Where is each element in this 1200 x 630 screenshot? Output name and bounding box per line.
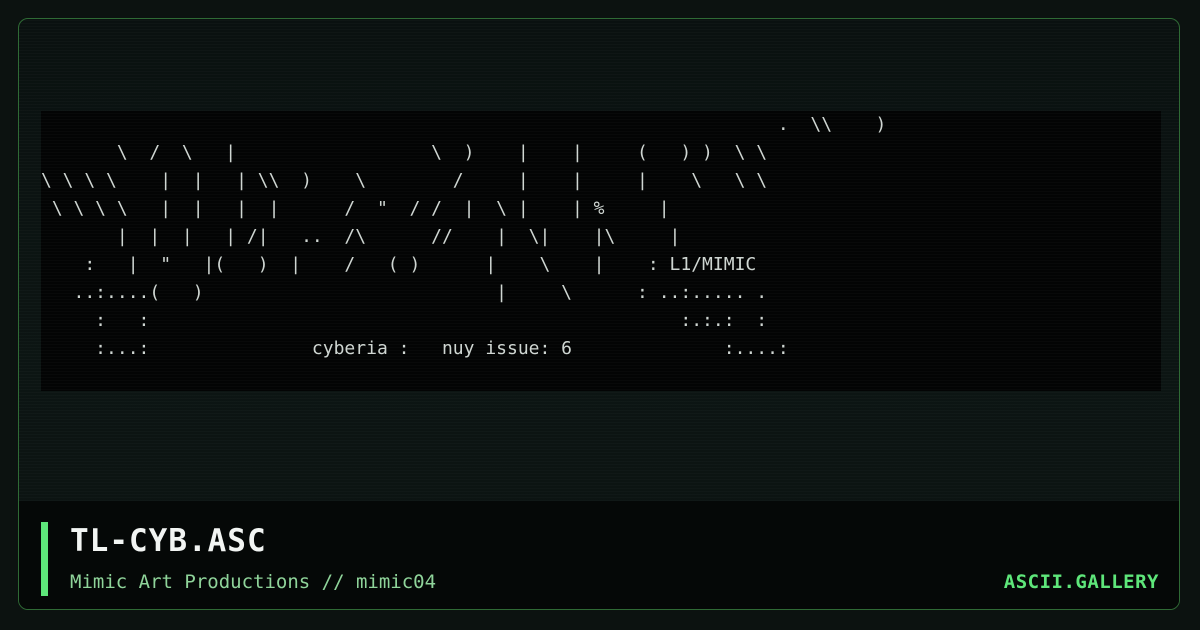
artwork-title: TL-CYB.ASC: [70, 523, 267, 559]
site-brand[interactable]: ASCII.GALLERY: [1004, 571, 1159, 593]
card-footer: TL-CYB.ASC Mimic Art Productions // mimi…: [19, 501, 1179, 609]
accent-bar: [41, 522, 48, 596]
card-frame: . \\ ) \ / \ | \ ) | | ( ) ) \ \ \ \ \ \…: [18, 18, 1180, 610]
ascii-art-panel: . \\ ) \ / \ | \ ) | | ( ) ) \ \ \ \ \ \…: [41, 111, 1161, 391]
ascii-art-text: . \\ ) \ / \ | \ ) | | ( ) ) \ \ \ \ \ \…: [41, 114, 887, 359]
artwork-credit: Mimic Art Productions // mimic04: [70, 571, 437, 593]
